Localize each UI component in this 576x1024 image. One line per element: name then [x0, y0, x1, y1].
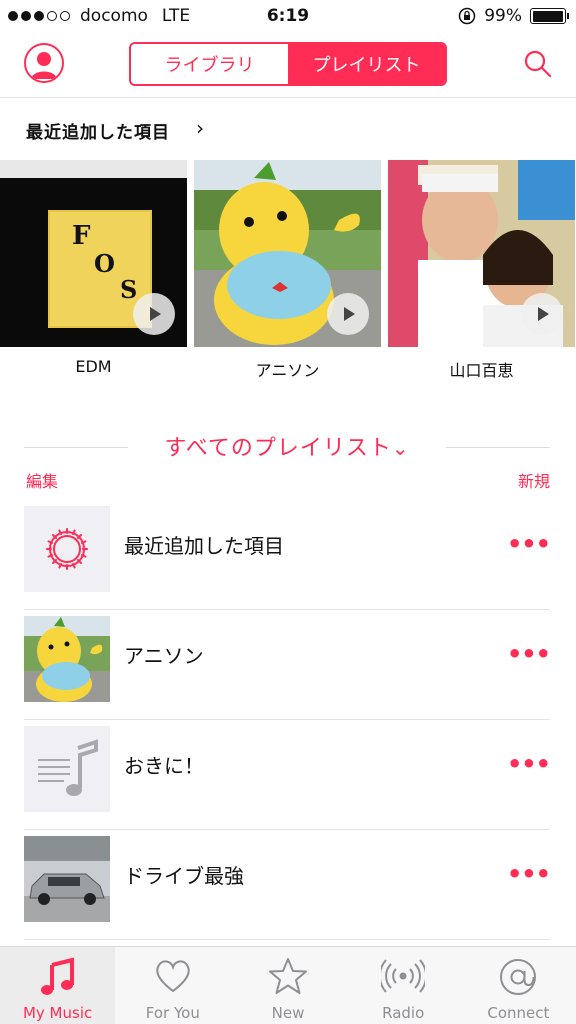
segment-library[interactable]: ライブラリ: [131, 44, 288, 84]
more-options-button[interactable]: •••: [507, 860, 551, 888]
playlist-name: アニソン: [124, 644, 204, 668]
recently-added-header[interactable]: 最近追加した項目: [26, 118, 170, 143]
album-art-edm-letter-o: O: [94, 249, 115, 278]
star-icon: [269, 958, 307, 994]
status-bar: docomo LTE 6:19 99%: [0, 0, 576, 36]
album-art-edm: F O S: [0, 160, 187, 347]
album-art-anison: [194, 160, 381, 347]
more-options-button[interactable]: •••: [507, 750, 551, 778]
library-playlist-segmented-control: ライブラリ プレイリスト: [129, 42, 447, 86]
tab-label: My Music: [22, 1004, 93, 1022]
playlist-thumb: [24, 616, 110, 702]
tab-label: For You: [145, 1004, 200, 1022]
playlist-row-anison[interactable]: アニソン •••: [24, 610, 551, 720]
tab-bar: My Music For You New Radio Connect: [0, 946, 576, 1024]
battery-icon: [530, 8, 569, 24]
album-anison[interactable]: アニソン: [194, 160, 381, 381]
tab-for-you[interactable]: For You: [115, 947, 230, 1024]
playlist-thumb: [24, 726, 110, 812]
status-right: 99%: [458, 6, 569, 26]
play-button[interactable]: [133, 293, 175, 335]
search-icon: [524, 50, 552, 78]
tab-radio[interactable]: Radio: [346, 947, 461, 1024]
play-icon: [150, 307, 161, 321]
person-icon: [26, 45, 62, 81]
profile-avatar-button[interactable]: [24, 43, 64, 83]
tab-connect[interactable]: Connect: [461, 947, 576, 1024]
all-playlists-title[interactable]: すべてのプレイリスト⌄: [24, 430, 550, 462]
playlist-thumb: [24, 506, 110, 592]
playlist-name: ドライブ最強: [124, 864, 244, 888]
playlist-thumb: [24, 836, 110, 922]
music-note-icon: [24, 726, 110, 812]
album-label: アニソン: [255, 361, 320, 380]
album-label: EDM: [75, 357, 112, 376]
rotation-lock-icon: [458, 7, 476, 25]
car-photo: [24, 836, 110, 922]
tab-new[interactable]: New: [230, 947, 345, 1024]
more-options-button[interactable]: •••: [507, 530, 551, 558]
chevron-right-icon[interactable]: ›: [196, 116, 204, 140]
heart-icon: [156, 960, 190, 993]
album-edm[interactable]: F O S EDM: [0, 160, 187, 376]
playlist-row-drive[interactable]: ドライブ最強 •••: [24, 830, 551, 940]
chevron-down-icon: ⌄: [391, 436, 410, 460]
more-options-button[interactable]: •••: [507, 640, 551, 668]
play-button[interactable]: [521, 293, 563, 335]
tab-my-music[interactable]: My Music: [0, 947, 116, 1024]
edit-button[interactable]: 編集: [26, 468, 58, 492]
tab-label: Connect: [487, 1004, 550, 1022]
all-playlists-title-text: すべてのプレイリスト: [164, 436, 392, 461]
tab-label: Radio: [382, 1004, 425, 1022]
album-art-edm-letter-s: S: [120, 275, 137, 304]
play-icon: [344, 307, 355, 321]
new-playlist-button[interactable]: 新規: [518, 468, 550, 492]
tab-label: New: [271, 1004, 305, 1022]
gear-icon: [46, 528, 88, 570]
radio-icon: [381, 959, 426, 993]
at-icon: [500, 959, 537, 995]
album-art-yamaguchi-momoe: [388, 160, 575, 347]
search-button[interactable]: [522, 48, 554, 80]
battery-percent: 99%: [484, 6, 522, 26]
mascot-photo: [24, 616, 110, 702]
segment-playlists[interactable]: プレイリスト: [288, 44, 445, 84]
music-note-icon: [40, 957, 74, 995]
playlist-row-recently-added[interactable]: 最近追加した項目 •••: [24, 500, 551, 610]
play-icon: [538, 307, 549, 321]
playlist-name: おきに！: [124, 754, 204, 778]
album-label: 山口百恵: [449, 361, 514, 380]
playlist-row-okini[interactable]: おきに！ •••: [24, 720, 551, 830]
nav-bar: ライブラリ プレイリスト: [0, 36, 576, 98]
play-button[interactable]: [327, 293, 369, 335]
all-playlists-header[interactable]: すべてのプレイリスト⌄: [24, 428, 550, 464]
album-yamaguchi-momoe[interactable]: 山口百恵: [388, 160, 575, 381]
album-art-edm-letter-f: F: [72, 221, 91, 251]
playlist-name: 最近追加した項目: [124, 534, 284, 558]
